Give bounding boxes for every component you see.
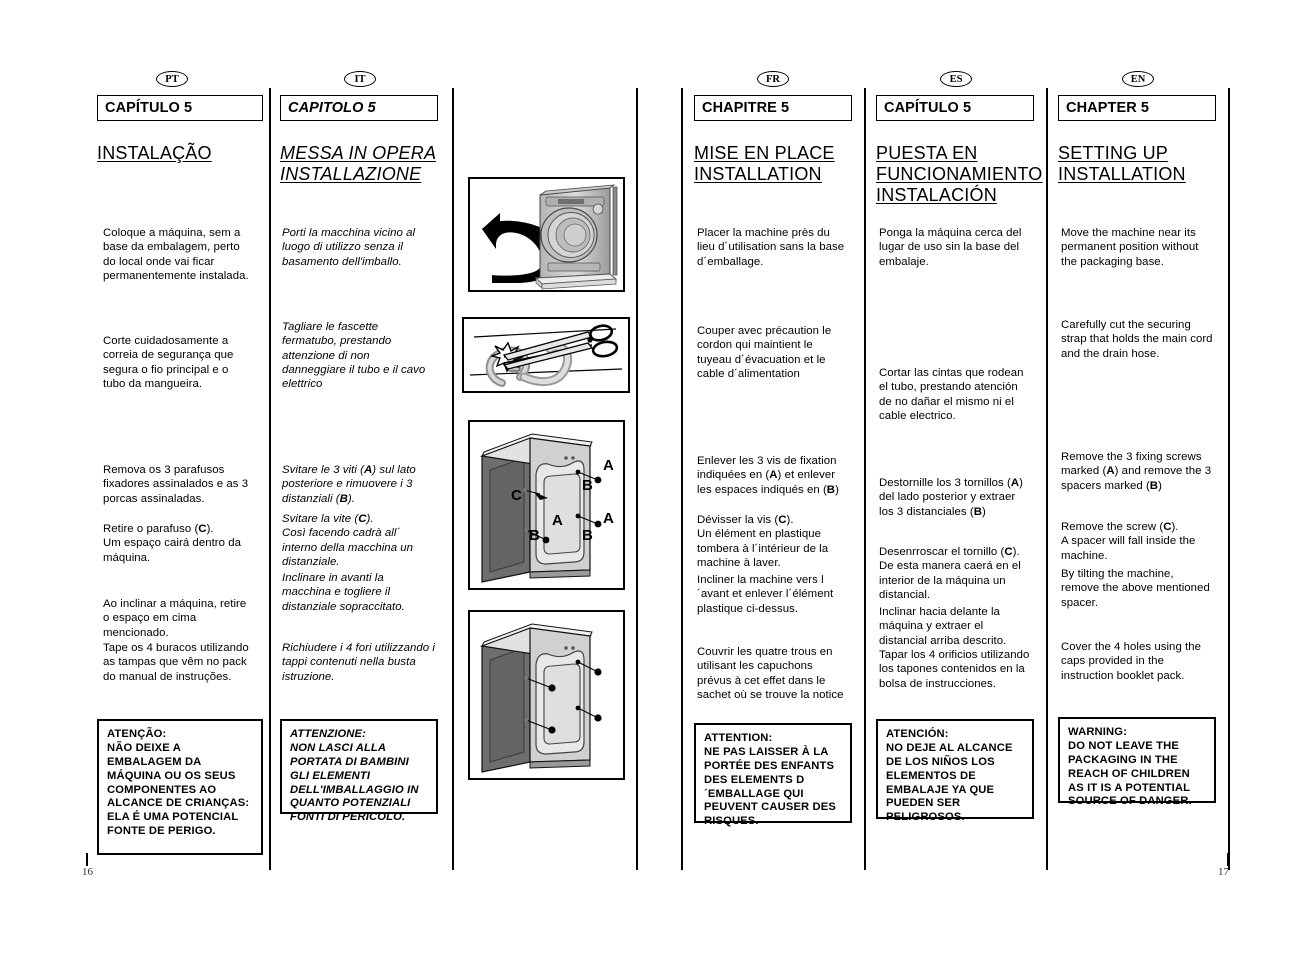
section-title-en: SETTING UP INSTALLATION: [1058, 143, 1216, 185]
paragraph-it-5: Inclinare in avanti la macchina e toglie…: [282, 572, 405, 613]
paragraph-fr-6: Couvrir les quatre trous en utilisant le…: [697, 646, 844, 701]
section-title-it-line-2: INSTALLAZIONE: [280, 164, 422, 185]
paragraph-it-3: Svitare le 3 viti (A) sul lato posterior…: [282, 464, 416, 505]
column-divider-es-en: [1046, 88, 1048, 870]
page-number-right: 17: [1218, 866, 1229, 878]
chapter-box-es: CAPÍTULO 5: [876, 95, 1034, 121]
paragraph-en-5: By tilting the machine, remove the above…: [1061, 568, 1210, 609]
manual-spread: PT IT FR ES EN CAPÍTULO 5 INSTALAÇÃO Col…: [0, 0, 1308, 954]
column-divider-pt-it: [269, 88, 271, 870]
chapter-box-pt: CAPÍTULO 5: [97, 95, 263, 121]
figure-rear-screws: A B C A A B B: [468, 420, 625, 590]
paragraph-es-6: Tapar los 4 orificios utilizando los tap…: [879, 649, 1030, 690]
chapter-box-en: CHAPTER 5: [1058, 95, 1216, 121]
warning-box-it: ATTENZIONE: NON LASCI ALLA PORTATA DI BA…: [280, 719, 438, 823]
callout-a-right: A: [603, 510, 614, 527]
warning-text-es: NO DEJE AL ALCANCE DE LOS NIÑOS LOS ELEM…: [886, 741, 1013, 824]
warning-title-en: WARNING:: [1068, 726, 1127, 738]
section-title-it: MESSA IN OPERA INSTALLAZIONE: [280, 143, 438, 185]
section-title-en-line-1: SETTING UP: [1058, 143, 1169, 163]
warning-title-es: ATENCIÓN:: [886, 728, 949, 740]
paragraph-it-6: Richiudere i 4 fori utilizzando i tappi …: [282, 642, 435, 683]
section-title-en-line-2: INSTALLATION: [1058, 164, 1186, 185]
section-title-it-line-1: MESSA IN OPERA: [280, 143, 437, 163]
callout-a-top: A: [603, 457, 614, 474]
column-divider-it-figures: [452, 88, 454, 870]
paragraph-en-2: Carefully cut the securing strap that ho…: [1061, 319, 1213, 360]
column-es: CAPÍTULO 5 PUESTA EN FUNCIONAMIENTO INST…: [876, 95, 1042, 207]
page-tick-right: [1227, 853, 1229, 866]
paragraph-it-1: Porti la macchina vicino al luogo di uti…: [282, 227, 416, 268]
language-badge-es: ES: [940, 71, 972, 87]
paragraph-fr-2: Couper avec précaution le cordon qui mai…: [697, 325, 832, 380]
section-title-pt: INSTALAÇÃO: [97, 143, 263, 164]
column-it: CAPITOLO 5 MESSA IN OPERA INSTALLAZIONE: [280, 95, 438, 185]
warning-title-pt: ATENÇÃO:: [107, 728, 167, 740]
language-badge-it: IT: [344, 71, 376, 87]
language-badge-en: EN: [1122, 71, 1154, 87]
section-title-es-line-3: INSTALACIÓN: [876, 185, 997, 206]
column-divider-fr-es: [864, 88, 866, 870]
callout-b-top: B: [582, 477, 593, 494]
page-number-left: 16: [82, 866, 93, 878]
callout-b-inner: B: [529, 527, 540, 544]
paragraph-pt-2: Corte cuidadosamente a correia de segura…: [103, 335, 234, 390]
warning-box-en: WARNING: DO NOT LEAVE THE PACKAGING IN T…: [1058, 717, 1216, 807]
column-fr: CHAPITRE 5 MISE EN PLACE INSTALLATION: [694, 95, 852, 185]
paragraph-pt-5: Ao inclinar a máquina, retire o espaço e…: [103, 598, 247, 639]
paragraph-es-4: Desenrroscar el tornillo (C). De esta ma…: [879, 546, 1021, 601]
warning-text-pt: NÃO DEIXE A EMBALAGEM DA MÁQUINA OU OS S…: [107, 741, 250, 838]
language-badge-fr: FR: [757, 71, 789, 87]
warning-text-fr: NE PAS LAISSER À LA PORTÉE DES ENFANTS D…: [704, 745, 837, 828]
paragraph-fr-5: Incliner la machine vers l´avant et enle…: [697, 574, 834, 615]
warning-text-en: DO NOT LEAVE THE PACKAGING IN THE REACH …: [1068, 739, 1192, 808]
callout-a-middle: A: [552, 512, 563, 529]
paragraph-pt-3: Remova os 3 parafusos fixadores assinala…: [103, 464, 249, 505]
paragraph-en-3: Remove the 3 fixing screws marked (A) an…: [1061, 451, 1212, 492]
figure-cover-holes: [468, 610, 625, 780]
section-title-es-line-1: PUESTA EN: [876, 143, 978, 163]
section-title-es-line-2: FUNCIONAMIENTO: [876, 164, 1043, 185]
section-title-fr-line-1: MISE EN PLACE: [694, 143, 835, 163]
column-en: CHAPTER 5 SETTING UP INSTALLATION: [1058, 95, 1216, 185]
figure-cut-strap: [462, 317, 630, 393]
warning-box-es: ATENCIÓN: NO DEJE AL ALCANCE DE LOS NIÑO…: [876, 719, 1034, 823]
chapter-box-it: CAPITOLO 5: [280, 95, 438, 121]
paragraph-en-6: Cover the 4 holes using the caps provide…: [1061, 641, 1202, 682]
warning-text-it: NON LASCI ALLA PORTATA DI BAMBINI GLI EL…: [290, 741, 419, 824]
section-title-pt-line-1: INSTALAÇÃO: [97, 143, 212, 163]
section-title-fr-line-2: INSTALLATION: [694, 164, 822, 185]
column-pt: CAPÍTULO 5 INSTALAÇÃO: [97, 95, 263, 164]
warning-box-pt: ATENÇÃO: NÃO DEIXE A EMBALAGEM DA MÁQUIN…: [97, 719, 263, 855]
section-title-es: PUESTA EN FUNCIONAMIENTO INSTALACIÓN: [876, 143, 1042, 207]
paragraph-it-4: Svitare la vite (C). Così facendo cadrà a…: [282, 513, 414, 568]
paragraph-es-2: Cortar las cintas que rodean el tubo, pr…: [879, 367, 1024, 422]
paragraph-pt-1: Coloque a máquina, sem a base da embalag…: [103, 227, 249, 282]
paragraph-fr-3: Enlever les 3 vis de fixation indiquées …: [697, 455, 839, 496]
warning-title-fr: ATTENTION:: [704, 732, 773, 744]
page-tick-left: [86, 853, 88, 866]
page-right-edge: [1228, 88, 1230, 870]
language-badge-pt: PT: [156, 71, 188, 87]
paragraph-en-1: Move the machine near its permanent posi…: [1061, 227, 1199, 268]
paragraph-en-4: Remove the screw (C). A spacer will fall …: [1061, 521, 1196, 562]
page-gutter-left-edge: [636, 88, 638, 870]
chapter-box-fr: CHAPITRE 5: [694, 95, 852, 121]
figure-move-machine: [468, 177, 625, 292]
page-gutter-right-edge: [681, 88, 683, 870]
warning-title-it: ATTENZIONE:: [290, 728, 367, 740]
callout-c: C: [511, 487, 522, 504]
paragraph-it-2: Tagliare le fascette fermatubo, prestand…: [282, 321, 426, 390]
paragraph-es-1: Ponga la máquina cerca del lugar de uso …: [879, 227, 1022, 268]
paragraph-fr-4: Dévisser la vis (C). Un élément en plasti…: [697, 514, 829, 569]
paragraph-pt-4: Retire o parafuso (C). Um espaço cairá de…: [103, 523, 242, 564]
warning-box-fr: ATTENTION: NE PAS LAISSER À LA PORTÉE DE…: [694, 723, 852, 827]
paragraph-es-5: Inclinar hacia delante la máquina y extr…: [879, 606, 1007, 647]
section-title-fr: MISE EN PLACE INSTALLATION: [694, 143, 852, 185]
paragraph-pt-6: Tape os 4 buracos utilizando as tampas q…: [103, 642, 249, 683]
paragraph-es-3: Destornille los 3 tornillos (A) del lado…: [879, 477, 1023, 518]
callout-b-lower-right: B: [582, 527, 593, 544]
paragraph-fr-1: Placer la machine près du lieu d´utilisa…: [697, 227, 845, 268]
